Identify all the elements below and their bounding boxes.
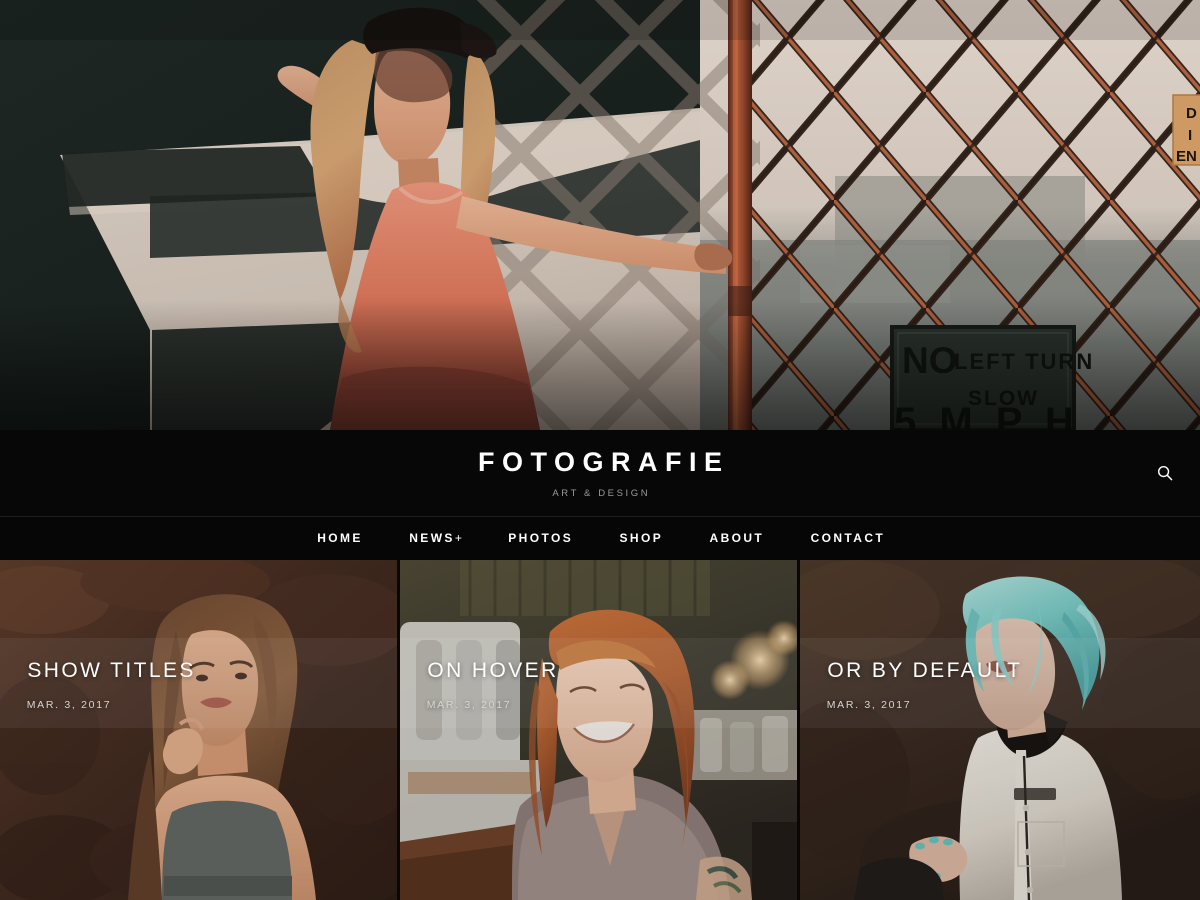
main-navigation: HOME NEWS+ PHOTOS SHOP ABOUT CONTACT xyxy=(0,517,1200,560)
nav-item-shop[interactable]: SHOP xyxy=(595,517,685,560)
post-meta-1: SHOW TITLES MAR. 3, 2017 xyxy=(25,660,196,711)
site-tagline: ART & DESIGN xyxy=(552,488,651,500)
post-image-3 xyxy=(800,560,1200,900)
nav-item-home[interactable]: HOME xyxy=(293,517,385,560)
nav-list: HOME NEWS+ PHOTOS SHOP ABOUT CONTACT xyxy=(293,517,907,560)
nav-label-contact: CONTACT xyxy=(810,531,886,545)
nav-item-about[interactable]: ABOUT xyxy=(685,517,786,560)
post-meta-2: ON HOVER MAR. 3, 2017 xyxy=(425,660,559,711)
post-card-3[interactable]: OR BY DEFAULT MAR. 3, 2017 xyxy=(800,560,1200,900)
post-title-3: OR BY DEFAULT xyxy=(827,659,1023,682)
plus-icon: + xyxy=(454,531,462,545)
nav-label-about: ABOUT xyxy=(709,531,765,545)
post-date-1: MAR. 3, 2017 xyxy=(26,699,112,711)
hero-image: NO LEFT TURN SLOW 5 M P H D I EN xyxy=(0,0,1200,430)
hero-banner: NO LEFT TURN SLOW 5 M P H D I EN xyxy=(0,0,1200,430)
post-image-1 xyxy=(0,560,397,900)
search-icon xyxy=(1157,465,1173,481)
post-title-1: SHOW TITLES xyxy=(27,659,196,682)
post-title-2: ON HOVER xyxy=(427,659,559,682)
post-date-2: MAR. 3, 2017 xyxy=(426,699,512,711)
nav-label-news: NEWS xyxy=(409,531,455,545)
post-meta-3: OR BY DEFAULT MAR. 3, 2017 xyxy=(825,660,1022,711)
post-date-3: MAR. 3, 2017 xyxy=(826,699,912,711)
search-button[interactable] xyxy=(1150,458,1180,488)
post-image-2 xyxy=(400,560,797,900)
page-root: NO LEFT TURN SLOW 5 M P H D I EN xyxy=(0,0,1200,900)
page-title: FOTOGRAFIE xyxy=(477,447,730,478)
nav-item-news[interactable]: NEWS+ xyxy=(385,517,484,560)
post-grid: SHOW TITLES MAR. 3, 2017 ON HOVER MAR. 3… xyxy=(0,560,1200,900)
post-card-1[interactable]: SHOW TITLES MAR. 3, 2017 xyxy=(0,560,397,900)
nav-item-contact[interactable]: CONTACT xyxy=(786,517,907,560)
post-card-2[interactable]: ON HOVER MAR. 3, 2017 xyxy=(400,560,797,900)
nav-label-shop: SHOP xyxy=(619,531,664,545)
site-header: FOTOGRAFIE ART & DESIGN xyxy=(0,430,1200,517)
nav-label-photos: PHOTOS xyxy=(508,531,574,545)
nav-label-home: HOME xyxy=(317,531,363,545)
nav-item-photos[interactable]: PHOTOS xyxy=(484,517,595,560)
